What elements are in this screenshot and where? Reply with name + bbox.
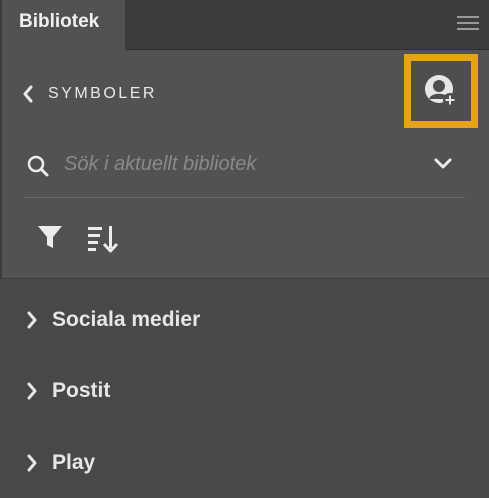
add-user-button[interactable] — [411, 61, 471, 121]
chevron-right-icon — [27, 382, 37, 400]
tab-bibliotek[interactable]: Bibliotek — [2, 0, 125, 51]
list-item[interactable]: Postit — [26, 376, 110, 406]
sort-icon[interactable] — [87, 224, 119, 254]
library-title: SYMBOLER — [48, 85, 157, 102]
list-item-label: Postit — [52, 379, 111, 402]
chevron-right-icon — [27, 454, 37, 472]
list-item[interactable]: Play — [26, 448, 95, 478]
filter-icon[interactable] — [37, 224, 63, 250]
search-bar — [24, 146, 465, 198]
add-user-icon — [425, 75, 457, 107]
search-icon — [27, 155, 49, 177]
list-item-label: Sociala medier — [52, 308, 201, 331]
chevron-left-icon — [23, 85, 33, 103]
chevron-down-icon[interactable] — [434, 158, 452, 170]
add-user-highlight — [404, 54, 478, 128]
list-item[interactable]: Sociala medier — [26, 305, 200, 335]
panel-tabbar: Bibliotek — [0, 0, 489, 51]
search-input[interactable] — [64, 150, 414, 178]
hamburger-menu-icon[interactable] — [457, 16, 479, 34]
library-list: Sociala medier Postit Play — [0, 279, 489, 498]
library-panel: Bibliotek SYMBOLER Sök i aktuellt biblio… — [0, 0, 489, 498]
list-item-label: Play — [52, 451, 96, 474]
back-button[interactable]: SYMBOLER — [22, 82, 157, 106]
chevron-right-icon — [27, 311, 37, 329]
